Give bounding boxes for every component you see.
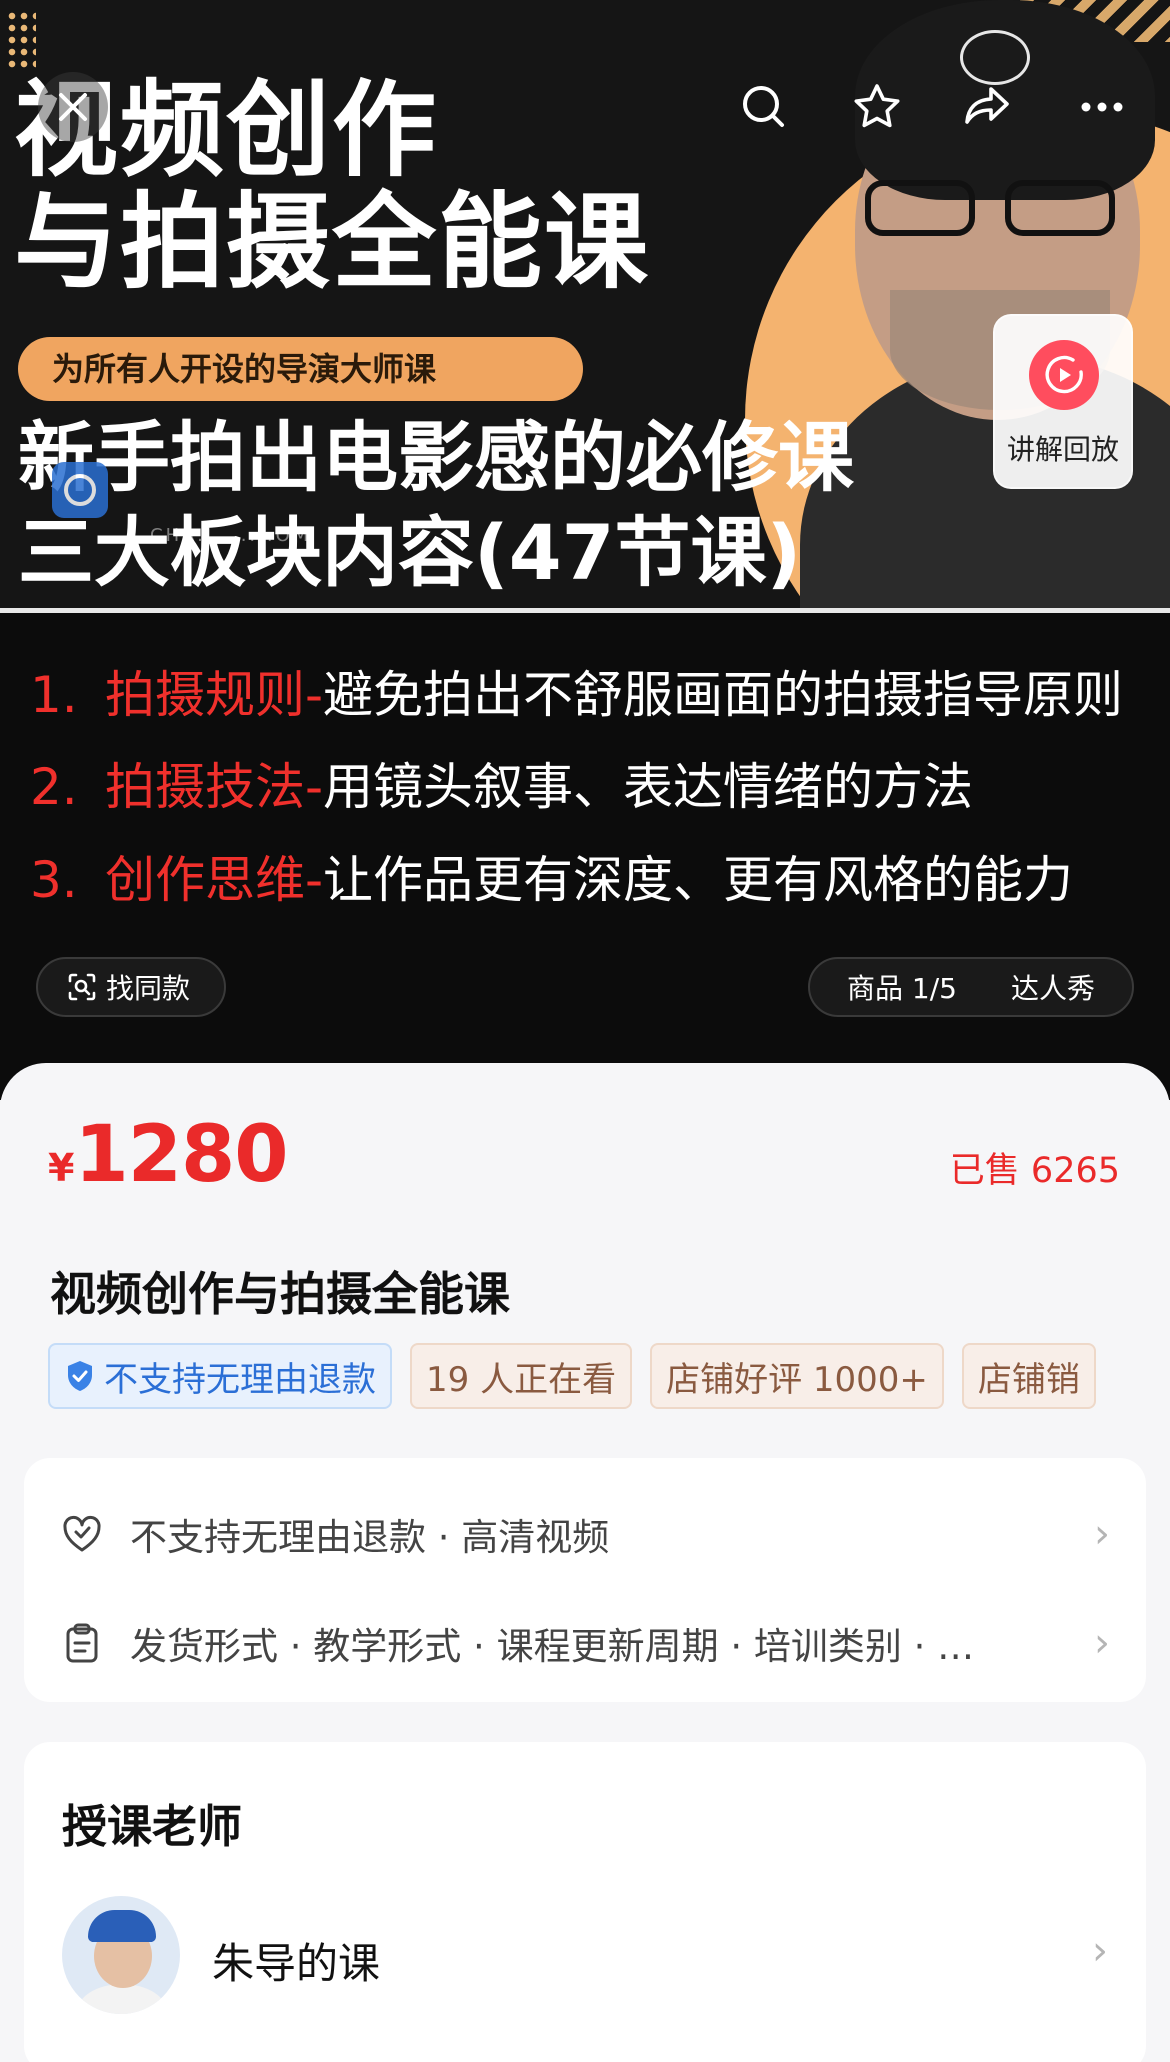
service-row[interactable]: 不支持无理由退款 · 高清视频 › [60, 1504, 1110, 1564]
feature-number: 3. [30, 851, 78, 909]
search-icon [743, 86, 784, 127]
teacher-avatar[interactable] [62, 1896, 180, 2014]
media-tabs: 商品 1/5 达人秀 [808, 957, 1134, 1017]
teacher-card: 授课老师 朱导的课 › [24, 1742, 1146, 2062]
more-button[interactable] [1070, 75, 1134, 139]
search-button[interactable] [732, 75, 796, 139]
banner-title-line2: 与拍摄全能课 [14, 181, 651, 303]
banner-dots [6, 10, 36, 70]
more-icon [1081, 102, 1123, 112]
feature-desc: 避免拍出不舒服画面的拍摄指导原则 [323, 666, 1124, 724]
feature-number: 1. [30, 666, 78, 724]
tag-label: 不支持无理由退款 [104, 1359, 376, 1400]
product-tags: 不支持无理由退款 19 人正在看 店铺好评 1000+ 店铺销 [48, 1343, 1122, 1409]
find-same-button[interactable]: 找同款 [36, 957, 226, 1017]
chevron-right-icon[interactable]: › [1092, 1928, 1108, 1974]
share-icon [965, 87, 1009, 124]
price-currency: ¥ [48, 1146, 75, 1190]
tag-label: 19 人正在看 [426, 1359, 617, 1400]
tab-goods[interactable]: 商品 1/5 [847, 967, 957, 1007]
scan-search-icon [68, 973, 96, 1001]
feature-item: 2. 拍摄技法-用镜头叙事、表达情绪的方法 [30, 762, 973, 812]
shield-check-icon [68, 1361, 92, 1391]
feature-desc: 用镜头叙事、表达情绪的方法 [323, 758, 974, 816]
sold-count: 已售 6265 [949, 1151, 1120, 1191]
teacher-heading: 授课老师 [62, 1800, 243, 1853]
product-title: 视频创作与拍摄全能课 [50, 1267, 510, 1321]
feature-number: 2. [30, 758, 78, 816]
banner-headline-line2: 三大板块内容(47节课) [18, 508, 802, 597]
specs-text: 发货形式 · 教学形式 · 课程更新周期 · 培训类别 · … [130, 1625, 975, 1668]
replay-label: 讲解回放 [1006, 433, 1119, 466]
feature-desc: 让作品更有深度、更有风格的能力 [323, 851, 1074, 909]
banner-headline-line1: 新手拍出电影感的必修课 [18, 413, 854, 502]
tag-watching[interactable]: 19 人正在看 [410, 1343, 633, 1409]
replay-button[interactable]: 讲解回放 [993, 314, 1133, 489]
watermark-text: CHA.........OM [150, 525, 312, 546]
star-icon [854, 84, 900, 128]
feature-key: 创作思维- [105, 851, 324, 909]
close-icon [59, 93, 87, 121]
service-info-card: 不支持无理由退款 · 高清视频 › 发货形式 · 教学形式 · 课程更新周期 ·… [24, 1458, 1146, 1702]
tag-label: 店铺销 [977, 1359, 1080, 1400]
chevron-right-icon: › [1094, 1511, 1110, 1557]
presenter-glasses [865, 180, 1115, 240]
feature-item: 1. 拍摄规则-避免拍出不舒服画面的拍摄指导原则 [30, 670, 1123, 720]
feature-key: 拍摄技法- [105, 758, 324, 816]
tag-shop-rating[interactable]: 店铺好评 1000+ [650, 1343, 944, 1409]
banner-divider [0, 608, 1170, 613]
feature-key: 拍摄规则- [105, 666, 324, 724]
price-value: 1280 [74, 1110, 288, 1200]
watermark-logo-icon [52, 462, 108, 518]
chevron-right-icon: › [1094, 1620, 1110, 1666]
specs-row[interactable]: 发货形式 · 教学形式 · 课程更新周期 · 培训类别 · … › [60, 1613, 1110, 1673]
close-button[interactable] [38, 72, 108, 142]
banner-subtitle: 为所有人开设的导演大师课 [18, 337, 583, 401]
tag-shop-sales[interactable]: 店铺销 [961, 1343, 1096, 1409]
product-media-banner[interactable]: 视频创作 与拍摄全能课 为所有人开设的导演大师课 新手拍出电影感的必修课 三大板… [0, 0, 1170, 1100]
teacher-name[interactable]: 朱导的课 [212, 1930, 380, 1991]
heart-shield-icon [63, 1516, 101, 1552]
share-button[interactable] [955, 75, 1019, 139]
favorite-button[interactable] [845, 75, 909, 139]
feature-item: 3. 创作思维-让作品更有深度、更有风格的能力 [30, 855, 1073, 905]
price: ¥1280 [48, 1110, 289, 1200]
tab-talent-show[interactable]: 达人秀 [1011, 967, 1095, 1007]
tag-no-refund[interactable]: 不支持无理由退款 [48, 1343, 392, 1409]
tag-label: 店铺好评 1000+ [666, 1359, 928, 1400]
find-same-label: 找同款 [106, 972, 191, 1005]
clipboard-icon [66, 1623, 98, 1663]
replay-play-icon [1029, 340, 1099, 410]
service-text: 不支持无理由退款 · 高清视频 [130, 1516, 610, 1559]
